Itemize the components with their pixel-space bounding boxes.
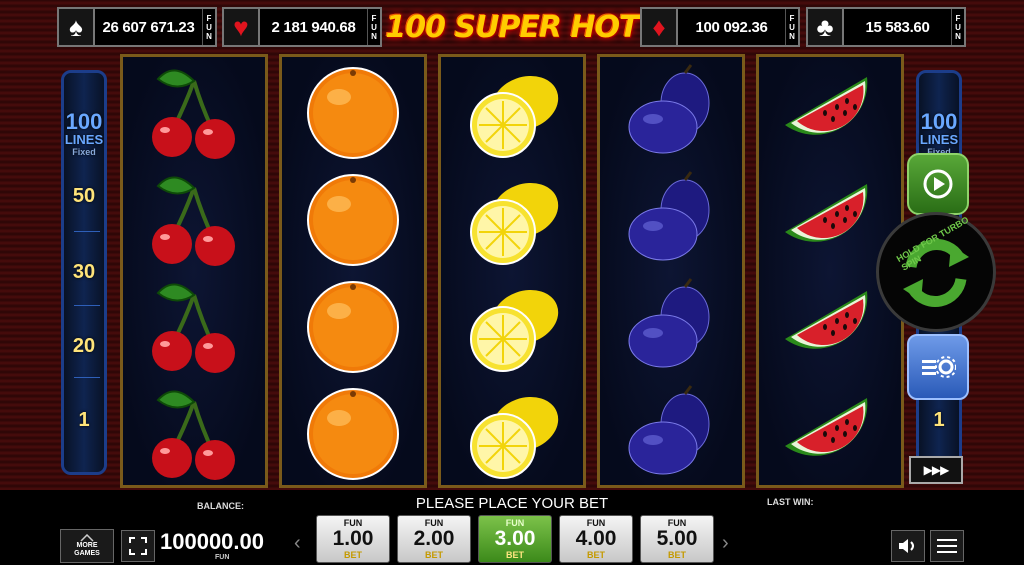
jackpot-value: 100 092.36 (695, 18, 768, 36)
jackpot-value: 15 583.60 (865, 18, 930, 36)
home-icon (80, 534, 94, 542)
club-icon: ♣ (808, 9, 844, 45)
line-mark-30: 30 (72, 261, 96, 283)
lemon-symbol (441, 274, 583, 380)
lines-count: 100 (65, 109, 103, 134)
jackpot-currency: FUN (202, 9, 215, 45)
autoplay-button[interactable] (907, 153, 969, 215)
line-mark-1: 1 (78, 409, 90, 431)
menu-button[interactable] (930, 530, 964, 562)
heart-icon: ♥ (224, 9, 260, 45)
line-separator (74, 377, 100, 378)
lines-word: LINES (64, 132, 104, 147)
line-mark-50: 50 (72, 185, 96, 207)
cherry-symbol (123, 60, 265, 166)
lines-word: LINES (919, 132, 959, 147)
bet-button-3[interactable]: FUN 3.00 BET (478, 515, 552, 563)
lines-panel-left: 100 LINES Fixed 50 30 20 1 (61, 70, 107, 475)
jackpot-currency: FUN (785, 9, 798, 45)
watermelon-symbol (759, 60, 901, 166)
settings-button[interactable] (907, 334, 969, 400)
bet-button-2[interactable]: FUN 2.00 BET (397, 515, 471, 563)
spade-icon: ♠ (59, 9, 95, 45)
game-title: 100 SUPER HOT (385, 9, 639, 45)
plum-symbol (600, 60, 742, 166)
line-separator (74, 231, 100, 232)
status-message: PLEASE PLACE YOUR BET (415, 495, 609, 512)
reel-3 (438, 54, 586, 488)
lines-fixed: Fixed (72, 147, 96, 157)
jackpot-diamond: ♦ 100 092.36 FUN (640, 7, 800, 47)
cherry-symbol (123, 167, 265, 273)
lines-count: 100 (920, 109, 958, 134)
orange-symbol (282, 60, 424, 166)
hamburger-menu-icon (937, 539, 957, 553)
reel-4 (597, 54, 745, 488)
watermelon-symbol (759, 381, 901, 487)
jackpot-value: 26 607 671.23 (102, 18, 195, 36)
speaker-icon (899, 539, 914, 553)
settings-gear-icon (922, 356, 956, 378)
cherry-symbol (123, 274, 265, 380)
jackpot-spade: ♠ 26 607 671.23 FUN (57, 7, 217, 47)
balance-value: 100000.00 (160, 529, 264, 554)
orange-symbol (282, 274, 424, 380)
plum-symbol (600, 381, 742, 487)
cherry-symbol (123, 381, 265, 487)
sound-button[interactable] (891, 530, 925, 562)
bet-prev-arrow[interactable]: ‹ (294, 532, 301, 555)
jackpot-currency: FUN (951, 9, 964, 45)
jackpot-heart: ♥ 2 181 940.68 FUN (222, 7, 382, 47)
lemon-symbol (441, 381, 583, 487)
line-mark-1: 1 (933, 409, 945, 431)
bet-button-4[interactable]: FUN 4.00 BET (559, 515, 633, 563)
diamond-icon: ♦ (642, 9, 678, 45)
orange-symbol (282, 167, 424, 273)
line-separator (74, 305, 100, 306)
line-mark-20: 20 (72, 335, 96, 357)
jackpot-club: ♣ 15 583.60 FUN (806, 7, 966, 47)
fullscreen-button[interactable] (121, 530, 155, 562)
bet-button-5[interactable]: FUN 5.00 BET (640, 515, 714, 563)
bet-button-1[interactable]: FUN 1.00 BET (316, 515, 390, 563)
jackpot-value: 2 181 940.68 (271, 18, 356, 36)
last-win-label: LAST WIN: (767, 497, 814, 507)
lemon-symbol (441, 60, 583, 166)
reel-1 (120, 54, 268, 488)
balance-label: BALANCE: (197, 501, 244, 511)
fast-play-button[interactable]: ▶▶▶ (909, 456, 963, 484)
plum-symbol (600, 274, 742, 380)
autoplay-icon (923, 169, 953, 199)
reel-2 (279, 54, 427, 488)
more-games-button[interactable]: MORE GAMES (60, 529, 114, 563)
jackpot-currency: FUN (367, 9, 380, 45)
spin-button[interactable]: HOLD FOR TURBO SPIN (876, 212, 996, 332)
lemon-symbol (441, 167, 583, 273)
fullscreen-icon (129, 537, 147, 555)
orange-symbol (282, 381, 424, 487)
bet-next-arrow[interactable]: › (722, 532, 729, 555)
plum-symbol (600, 167, 742, 273)
balance-unit: FUN (215, 554, 230, 561)
